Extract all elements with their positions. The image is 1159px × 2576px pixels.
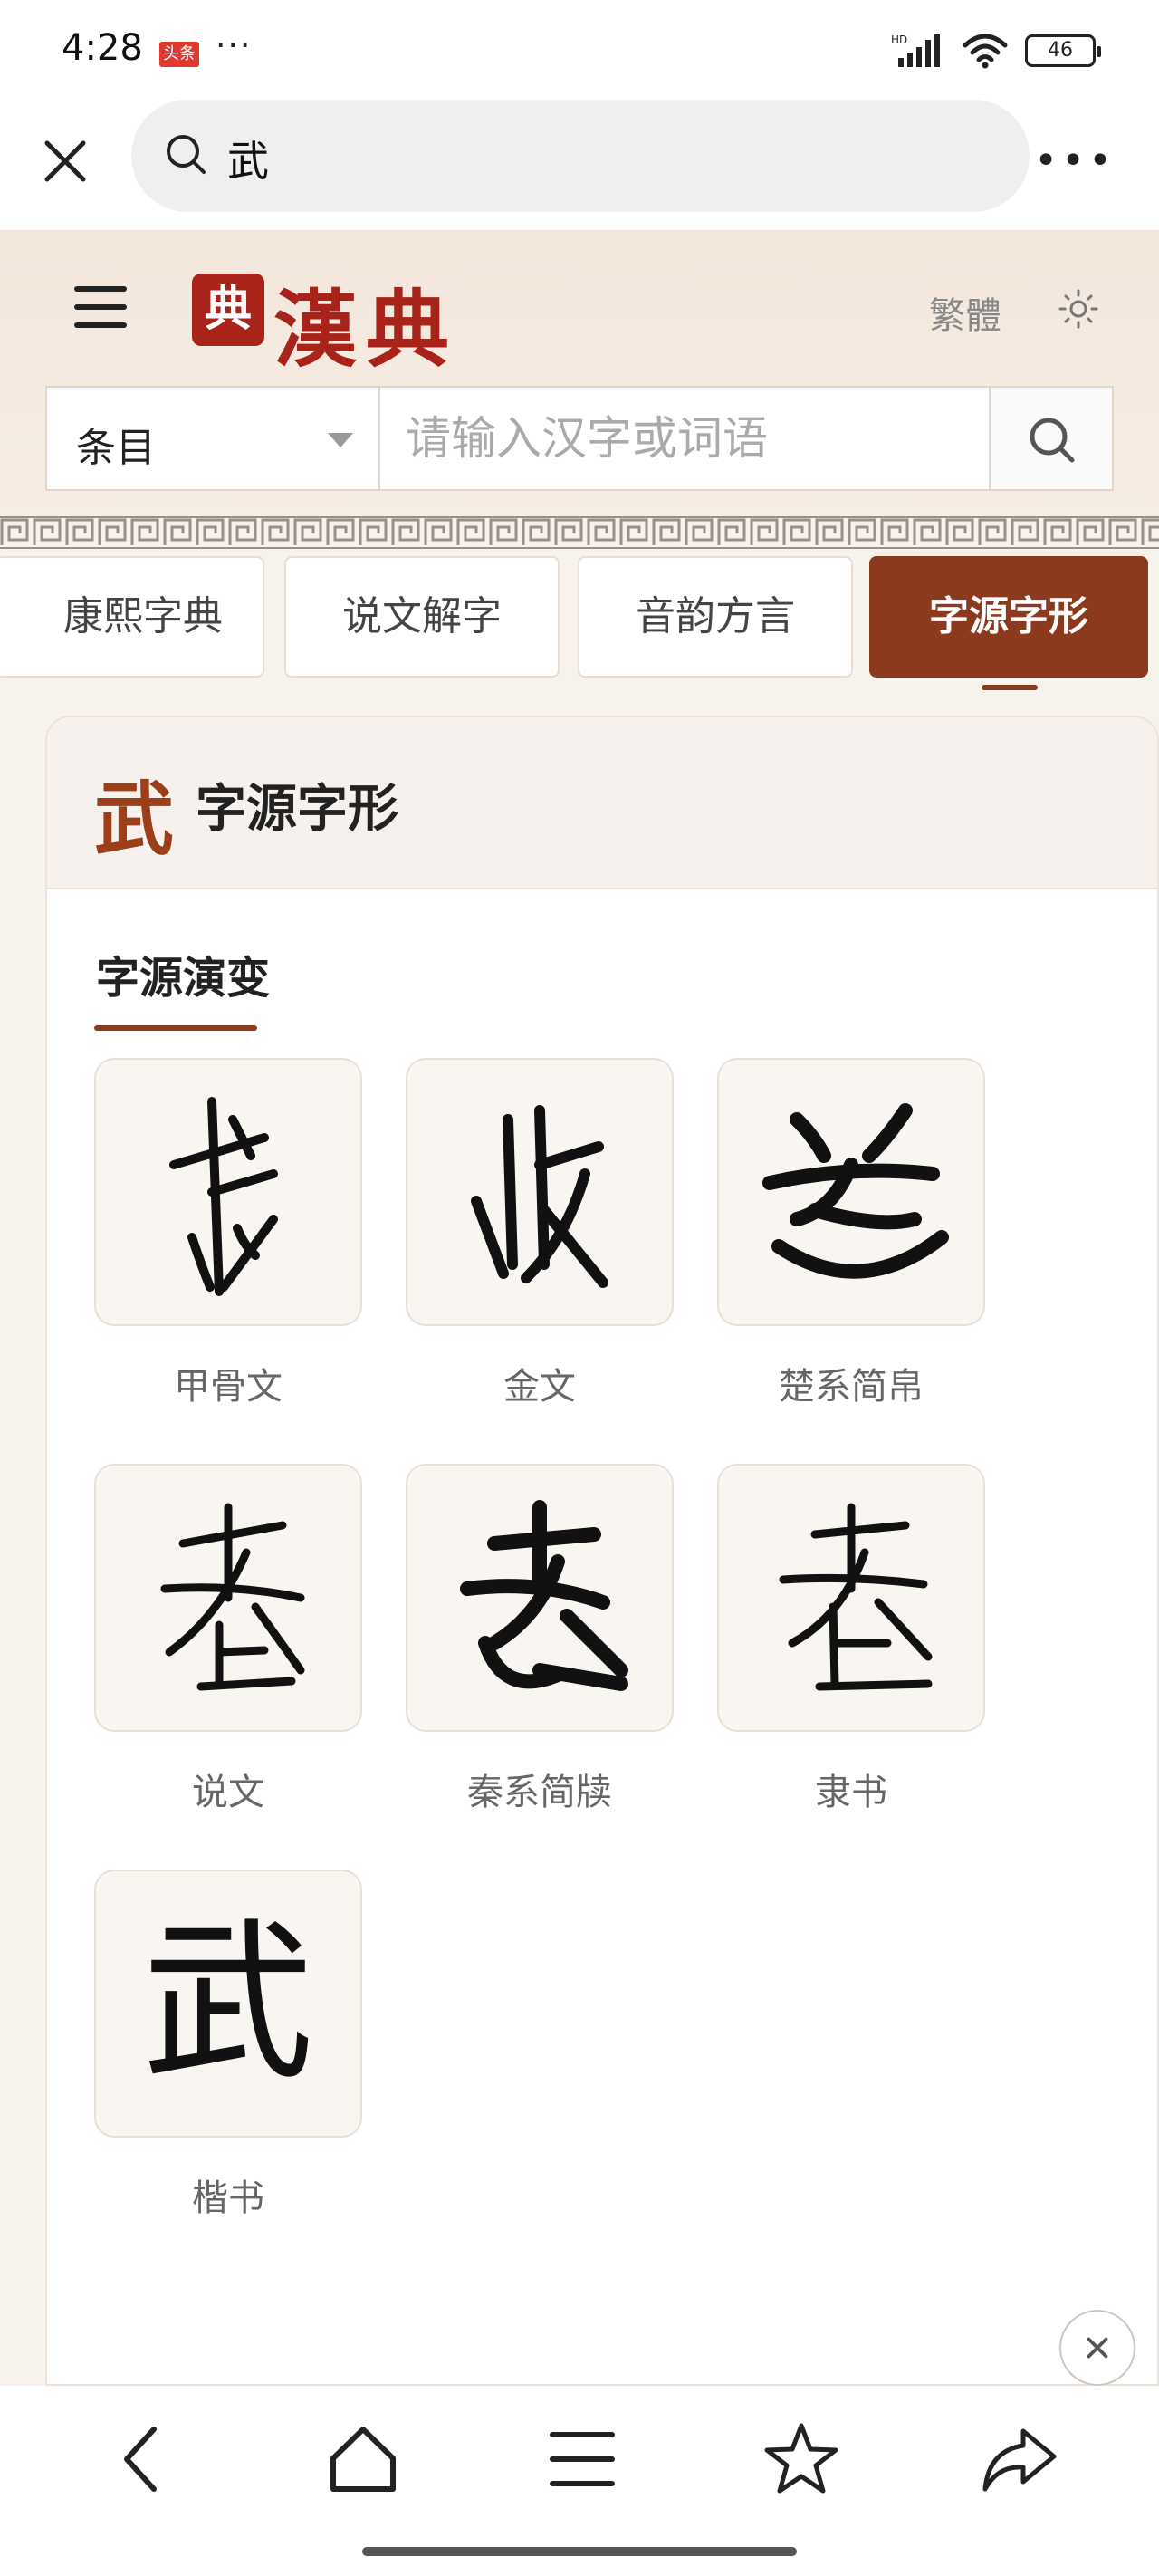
card-character: 武 — [94, 772, 175, 866]
glyph-label: 楷书 — [192, 2177, 264, 2219]
glyph-image — [94, 1058, 362, 1326]
glyph-image — [406, 1464, 674, 1732]
tab-ziyuan[interactable]: 字源字形 — [869, 556, 1148, 678]
tabs-menu-icon[interactable] — [541, 2418, 623, 2500]
glyph-chu-bamboo[interactable]: 楚系简帛 — [717, 1058, 985, 1409]
chevron-down-icon — [328, 433, 353, 447]
glyph-image — [94, 1464, 362, 1732]
browser-bar: 武 ••• — [0, 100, 1159, 230]
app-badge: 头条 — [159, 42, 199, 67]
tab-shuowen[interactable]: 说文解字 — [284, 556, 560, 678]
site-header: 典 漢典 繁體 条目 — [0, 230, 1159, 516]
glyph-label: 楚系简帛 — [779, 1366, 924, 1408]
wifi-icon — [963, 34, 1008, 69]
search-icon — [167, 135, 206, 174]
glyph-label: 说文 — [192, 1772, 264, 1813]
search-button[interactable] — [989, 388, 1112, 489]
glyph-image — [717, 1464, 985, 1732]
glyph-shuowen[interactable]: 说文 — [94, 1464, 362, 1815]
glyph-label: 秦系简牍 — [467, 1772, 612, 1813]
glyph-clerical[interactable]: 隶书 — [717, 1464, 985, 1815]
glyph-regular[interactable]: 武 楷书 — [94, 1870, 362, 2221]
dictionary-search-input[interactable] — [380, 388, 989, 489]
bronze-glyph — [471, 1105, 608, 1288]
qin-slip-glyph — [460, 1500, 628, 1691]
star-icon[interactable] — [761, 2418, 842, 2500]
active-tab-indicator — [982, 685, 1038, 690]
regular-script-glyph: 武 — [141, 1903, 314, 2103]
more-options-icon[interactable]: ••• — [1034, 138, 1116, 184]
glyph-image — [406, 1058, 674, 1326]
clerical-glyph — [779, 1503, 933, 1691]
network-type: HD — [891, 34, 907, 46]
search-icon — [1030, 418, 1075, 463]
glyph-image: 武 — [94, 1870, 362, 2138]
glyph-label: 隶书 — [815, 1772, 887, 1813]
tab-bar: 康熙字典 说文解字 音韵方言 字源字形 — [0, 556, 1159, 690]
browser-bottom-nav — [0, 2386, 1159, 2576]
card-header: 武 字源字形 — [47, 717, 1157, 889]
glyph-label: 金文 — [503, 1366, 576, 1408]
glyph-oracle-bone[interactable]: 甲骨文 — [94, 1058, 362, 1409]
search-type-value: 条目 — [76, 425, 156, 471]
theme-sun-icon[interactable] — [1058, 288, 1099, 330]
glyph-qin-slip[interactable]: 秦系简牍 — [406, 1464, 674, 1815]
shuowen-glyph — [160, 1503, 305, 1691]
home-icon[interactable] — [322, 2418, 404, 2500]
back-icon[interactable] — [101, 2418, 183, 2500]
tab-kangxi[interactable]: 康熙字典 — [0, 556, 264, 678]
share-icon[interactable] — [978, 2418, 1059, 2500]
chu-bamboo-glyph — [762, 1103, 949, 1279]
section-title: 字源演变 — [96, 953, 271, 1004]
traditional-toggle[interactable]: 繁體 — [929, 286, 1001, 339]
signal-icon: HD — [891, 34, 940, 67]
glyph-bronze[interactable]: 金文 — [406, 1058, 674, 1409]
status-more-icon: ··· — [216, 27, 253, 64]
glyph-label: 甲骨文 — [174, 1366, 283, 1408]
browser-search-bar[interactable]: 武 — [131, 100, 1030, 212]
tab-yinyun[interactable]: 音韵方言 — [578, 556, 853, 678]
status-bar: 4:28 头条 ··· HD 46 — [0, 0, 1159, 100]
search-type-select[interactable]: 条目 — [47, 388, 380, 489]
oracle-bone-glyph — [169, 1097, 278, 1296]
menu-icon[interactable] — [74, 286, 127, 328]
status-time: 4:28 — [62, 27, 143, 69]
dictionary-search: 条目 — [45, 386, 1114, 491]
status-icons: HD 46 — [891, 33, 1101, 69]
section-underline — [94, 1025, 257, 1031]
logo-seal[interactable]: 典 — [192, 274, 264, 346]
site-logo[interactable]: 漢典 — [273, 263, 458, 383]
battery-icon: 46 — [1025, 34, 1101, 67]
glyph-origin-card: 武 字源字形 字源演变 甲骨文 金文 楚系简帛 说文 秦系简牍 隶书 武 楷书 — [45, 716, 1159, 2386]
close-icon[interactable] — [38, 134, 92, 188]
home-indicator[interactable] — [362, 2547, 797, 2556]
decorative-border — [0, 516, 1159, 549]
glyph-image — [717, 1058, 985, 1326]
card-title: 字源字形 — [196, 780, 398, 839]
browser-query: 武 — [227, 137, 269, 186]
close-ad-icon[interactable] — [1059, 2310, 1135, 2386]
